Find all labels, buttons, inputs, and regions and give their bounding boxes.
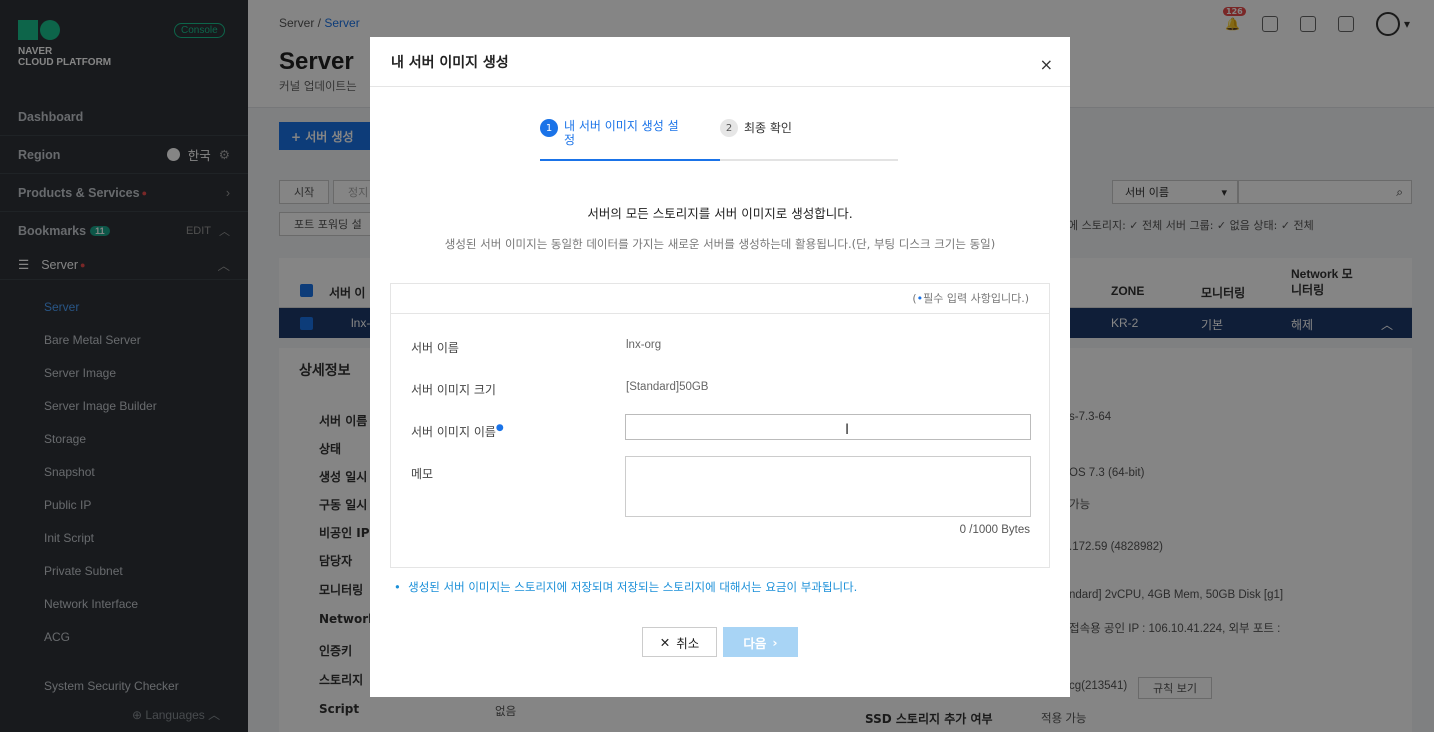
stepper-progress	[540, 159, 720, 161]
close-icon[interactable]: ×	[1040, 55, 1053, 74]
image-name-input[interactable]	[625, 414, 1031, 440]
image-name-label: 서버 이미지 이름●	[411, 423, 504, 439]
text-cursor-icon: I	[845, 422, 850, 438]
image-form: (•필수 입력 사항입니다.) 서버 이름 lnx-org 서버 이미지 크기 …	[390, 283, 1050, 568]
stepper: 1 내 서버 이미지 생성 설정 2 최종 확인	[540, 119, 898, 161]
dialog-submessage: 생성된 서버 이미지는 동일한 데이터를 가지는 새로운 서버를 생성하는데 활…	[444, 237, 996, 251]
image-size-label: 서버 이미지 크기	[411, 383, 496, 397]
create-image-dialog: 내 서버 이미지 생성 × 1 내 서버 이미지 생성 설정 2 최종 확인 서…	[370, 37, 1070, 697]
step-1: 1 내 서버 이미지 생성 설정	[540, 119, 690, 147]
memo-label: 메모	[411, 467, 434, 481]
image-size-value: [Standard]50GB	[626, 381, 709, 393]
step-2: 2 최종 확인	[720, 119, 792, 137]
server-name-label: 서버 이름	[411, 341, 459, 355]
memo-textarea[interactable]	[625, 456, 1031, 517]
cancel-button[interactable]: ✕ 취소	[642, 627, 717, 657]
dialog-title: 내 서버 이미지 생성	[370, 37, 1070, 87]
server-name-value: lnx-org	[626, 339, 662, 351]
required-note: (•필수 입력 사항입니다.)	[912, 292, 1029, 305]
byte-counter: 0 /1000 Bytes	[959, 524, 1030, 536]
billing-note: • 생성된 서버 이미지는 스토리지에 저장되며 저장되는 스토리지에 대해서는…	[394, 580, 858, 594]
dialog-message: 서버의 모든 스토리지를 서버 이미지로 생성합니다.	[587, 206, 853, 221]
chevron-right-icon: ›	[772, 634, 778, 650]
next-button[interactable]: 다음 ›	[723, 627, 798, 657]
close-icon: ✕	[659, 634, 671, 650]
